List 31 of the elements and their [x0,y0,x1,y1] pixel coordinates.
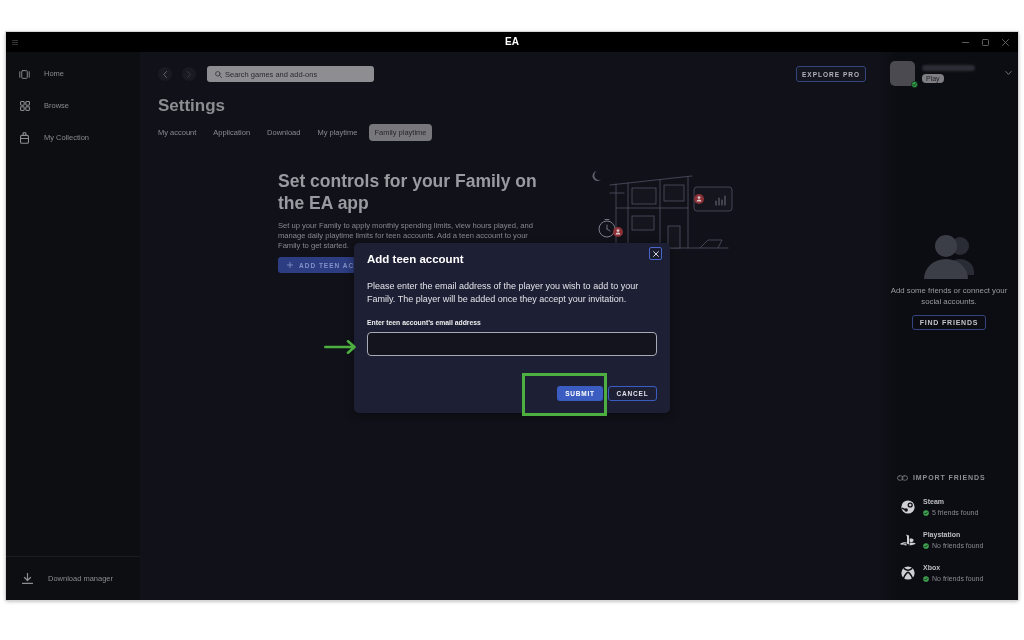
jar-icon [20,132,29,144]
search-icon [215,70,222,78]
platform-logo-icon [900,534,916,546]
link-icon [897,474,908,481]
chevron-left-icon [163,70,167,78]
chevron-down-icon[interactable] [1005,71,1012,75]
people-icon [924,232,974,279]
close-icon [652,250,659,257]
check-circle-icon [923,575,929,582]
platform-logo-icon [901,566,915,580]
back-button[interactable] [158,67,172,81]
grid-icon [19,101,30,111]
window-title: EA [505,36,519,48]
dialog-message: Please enter the email address of the player you wish to add to your Family. The player will be added once they accept your invitation. [367,280,640,306]
plus-icon [287,262,293,268]
platform-logo-icon [901,500,915,514]
avatar-photo-placeholder[interactable] [890,61,915,86]
check-circle-icon [923,509,929,516]
pointer-arrow-icon [324,340,357,354]
family-heading: Set controls for your Family on the EA app [278,170,538,214]
blurred-name-bar [922,65,975,71]
home-icon [19,69,30,79]
menu-icon[interactable] [12,39,18,45]
maximize-icon[interactable] [982,38,989,46]
check-circle-icon [923,542,929,549]
dialog-title: Add teen account [367,253,465,266]
close-button[interactable] [649,247,662,260]
close-icon[interactable] [1002,38,1009,46]
email-input-field[interactable] [367,332,657,356]
page-title: Settings [158,96,227,116]
download-icon [22,573,33,584]
